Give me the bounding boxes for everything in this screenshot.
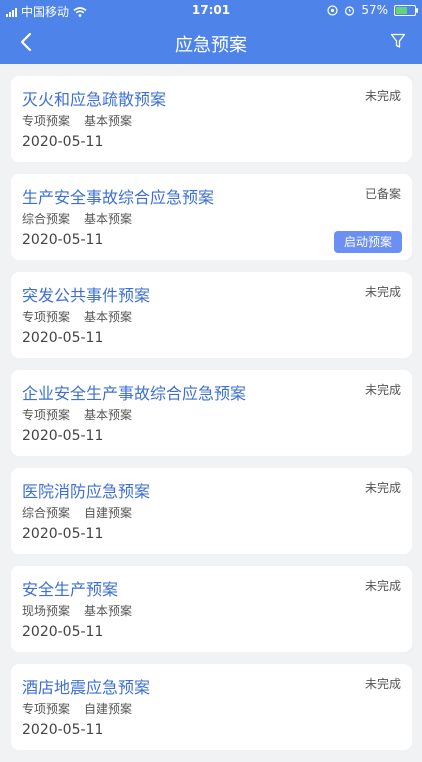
plan-type: 专项预案 (22, 114, 71, 128)
plan-date: 2020-05-11 (22, 624, 104, 640)
filter-button[interactable] (386, 29, 410, 53)
plan-date: 2020-05-11 (22, 722, 104, 738)
filter-icon (390, 33, 406, 48)
plan-tags: 现场预案 基本预案 (22, 602, 132, 619)
status-right: 57% (327, 3, 418, 17)
start-plan-button[interactable]: 启动预案 (333, 231, 402, 253)
app-header: 中国移动 17:01 57% 应急预案 (0, 0, 422, 64)
plan-status: 未完成 (364, 579, 401, 593)
plan-card[interactable]: 突发公共事件预案 未完成 专项预案 基本预案 2020-05-11 (11, 272, 412, 358)
plan-status: 未完成 (364, 481, 401, 495)
plan-tags: 专项预案 基本预案 (22, 308, 132, 325)
plan-type: 专项预案 (22, 702, 71, 716)
plan-category: 自建预案 (84, 506, 133, 520)
plan-type: 专项预案 (22, 408, 71, 422)
plan-title: 安全生产预案 (22, 580, 119, 599)
plan-card[interactable]: 灭火和应急疏散预案 未完成 专项预案 基本预案 2020-05-11 (11, 76, 412, 162)
plan-type: 综合预案 (22, 506, 71, 520)
plan-tags: 专项预案 基本预案 (22, 406, 132, 423)
plan-title: 突发公共事件预案 (22, 286, 151, 305)
battery-fill (396, 6, 408, 14)
plan-date: 2020-05-11 (22, 526, 104, 542)
plan-date: 2020-05-11 (22, 232, 104, 248)
plan-status: 未完成 (364, 285, 401, 299)
battery-percent: 57% (361, 3, 388, 17)
plan-card[interactable]: 酒店地震应急预案 未完成 专项预案 自建预案 2020-05-11 (11, 664, 412, 750)
plan-category: 基本预案 (84, 408, 133, 422)
plan-status: 已备案 (364, 187, 401, 201)
plan-tags: 专项预案 自建预案 (22, 700, 132, 717)
plan-status: 未完成 (364, 383, 401, 397)
plan-category: 基本预案 (84, 604, 133, 618)
plan-category: 基本预案 (84, 212, 133, 226)
battery-icon (394, 4, 418, 16)
plan-category: 基本预案 (84, 114, 133, 128)
plan-title: 酒店地震应急预案 (22, 678, 151, 697)
status-bar: 中国移动 17:01 57% (0, 0, 422, 20)
plan-category: 自建预案 (84, 702, 133, 716)
plan-title: 灭火和应急疏散预案 (22, 90, 167, 109)
plan-card[interactable]: 企业安全生产事故综合应急预案 未完成 专项预案 基本预案 2020-05-11 (11, 370, 412, 456)
plan-date: 2020-05-11 (22, 134, 104, 150)
plan-tags: 综合预案 基本预案 (22, 210, 132, 227)
plan-card[interactable]: 安全生产预案 未完成 现场预案 基本预案 2020-05-11 (11, 566, 412, 652)
plan-title: 企业安全生产事故综合应急预案 (22, 384, 247, 403)
plan-type: 现场预案 (22, 604, 71, 618)
plan-date: 2020-05-11 (22, 428, 104, 444)
plan-type: 专项预案 (22, 310, 71, 324)
alarm-icon (345, 5, 355, 16)
plan-date: 2020-05-11 (22, 330, 104, 346)
plan-status: 未完成 (364, 677, 401, 691)
plan-title: 生产安全事故综合应急预案 (22, 188, 215, 207)
plan-card[interactable]: 医院消防应急预案 未完成 综合预案 自建预案 2020-05-11 (11, 468, 412, 554)
page-title: 应急预案 (175, 35, 247, 56)
plan-category: 基本预案 (84, 310, 133, 324)
plan-card[interactable]: 生产安全事故综合应急预案 已备案 综合预案 基本预案 2020-05-11 启动… (11, 174, 412, 260)
plan-list: 灭火和应急疏散预案 未完成 专项预案 基本预案 2020-05-11 生产安全事… (11, 76, 412, 762)
location-lock-icon (327, 4, 338, 16)
plan-type: 综合预案 (22, 212, 71, 226)
plan-tags: 专项预案 基本预案 (22, 112, 132, 129)
plan-title: 医院消防应急预案 (22, 482, 151, 501)
plan-status: 未完成 (364, 89, 401, 103)
nav-bar: 应急预案 (0, 20, 422, 64)
plan-tags: 综合预案 自建预案 (22, 504, 132, 521)
